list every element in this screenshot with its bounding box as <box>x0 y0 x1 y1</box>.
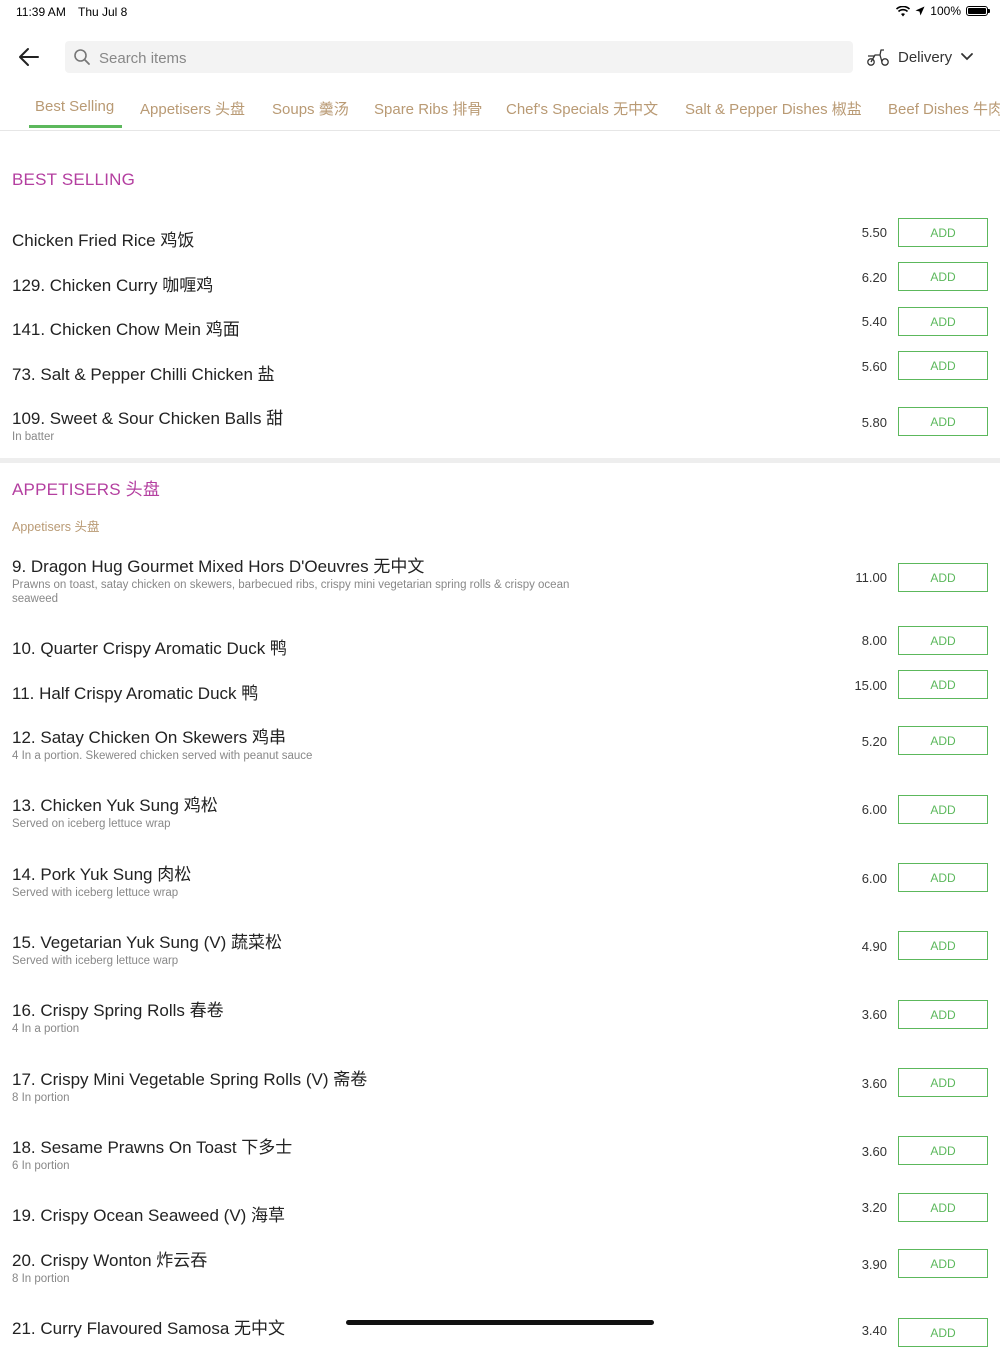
add-button[interactable]: ADD <box>898 218 988 247</box>
add-button[interactable]: ADD <box>898 1318 988 1347</box>
top-bar: Delivery <box>0 38 1000 76</box>
add-button[interactable]: ADD <box>898 1136 988 1165</box>
add-button[interactable]: ADD <box>898 1249 988 1278</box>
item-price: 3.40 <box>861 1323 887 1338</box>
item-price: 11.00 <box>855 570 887 585</box>
item-description: 4 In a portion. Skewered chicken served … <box>12 750 313 762</box>
item-name[interactable]: 73. Salt & Pepper Chilli Chicken 盐 <box>12 360 275 385</box>
item-name[interactable]: 15. Vegetarian Yuk Sung (V) 蔬菜松 <box>12 928 282 953</box>
item-price: 5.40 <box>861 314 887 329</box>
item-price: 3.60 <box>861 1007 887 1022</box>
delivery-selector[interactable]: Delivery <box>866 44 974 70</box>
delivery-label: Delivery <box>898 48 953 66</box>
item-price: 3.90 <box>861 1257 887 1272</box>
item-price: 5.80 <box>861 415 887 430</box>
category-tabs: Best Selling Appetisers 头盘 Soups 羹汤 Spar… <box>0 88 1000 131</box>
wifi-icon <box>896 5 911 16</box>
item-name[interactable]: 13. Chicken Yuk Sung 鸡松 <box>12 791 218 816</box>
location-arrow-icon <box>915 6 925 16</box>
tab-spare-ribs[interactable]: Spare Ribs 排骨 <box>374 98 482 119</box>
back-arrow-icon[interactable] <box>16 45 42 69</box>
add-button[interactable]: ADD <box>898 262 988 291</box>
item-name[interactable]: 11. Half Crispy Aromatic Duck 鸭 <box>12 679 258 704</box>
chevron-down-icon <box>961 53 974 61</box>
add-button[interactable]: ADD <box>898 1068 988 1097</box>
item-description: 8 In portion <box>12 1273 70 1285</box>
add-button[interactable]: ADD <box>898 931 988 960</box>
battery-percent: 100% <box>930 4 961 18</box>
item-name[interactable]: 10. Quarter Crispy Aromatic Duck 鸭 <box>12 634 287 659</box>
item-price: 5.60 <box>861 359 887 374</box>
item-name[interactable]: 9. Dragon Hug Gourmet Mixed Hors D'Oeuvr… <box>12 552 424 577</box>
item-price: 4.90 <box>861 939 887 954</box>
add-button[interactable]: ADD <box>898 1193 988 1222</box>
item-name[interactable]: 14. Pork Yuk Sung 肉松 <box>12 860 191 885</box>
search-bar[interactable] <box>65 41 853 75</box>
add-button[interactable]: ADD <box>898 563 988 592</box>
item-name[interactable]: 17. Crispy Mini Vegetable Spring Rolls (… <box>12 1065 367 1090</box>
scooter-icon <box>867 49 889 66</box>
item-price: 6.00 <box>861 802 887 817</box>
item-name[interactable]: Chicken Fried Rice 鸡饭 <box>12 226 194 251</box>
add-button[interactable]: ADD <box>898 863 988 892</box>
tab-beef-dishes[interactable]: Beef Dishes 牛肉 <box>888 98 1000 119</box>
tab-chefs-specials[interactable]: Chef's Specials 无中文 <box>506 98 658 119</box>
item-name[interactable]: 20. Crispy Wonton 炸云吞 <box>12 1246 207 1271</box>
item-description: In batter <box>12 431 55 443</box>
add-button[interactable]: ADD <box>898 795 988 824</box>
add-button[interactable]: ADD <box>898 670 988 699</box>
tab-appetisers[interactable]: Appetisers 头盘 <box>140 98 245 119</box>
search-input[interactable] <box>97 41 841 75</box>
item-name[interactable]: 21. Curry Flavoured Samosa 无中文 <box>12 1314 285 1339</box>
item-name[interactable]: 12. Satay Chicken On Skewers 鸡串 <box>12 723 286 748</box>
item-name[interactable]: 109. Sweet & Sour Chicken Balls 甜 <box>12 404 283 429</box>
item-name[interactable]: 141. Chicken Chow Mein 鸡面 <box>12 315 240 340</box>
section-title-best-selling: BEST SELLING <box>12 170 136 189</box>
item-name[interactable]: 18. Sesame Prawns On Toast 下多士 <box>12 1133 292 1158</box>
item-price: 3.60 <box>861 1076 887 1091</box>
item-name[interactable]: 19. Crispy Ocean Seaweed (V) 海草 <box>12 1201 285 1226</box>
item-description: Served with iceberg lettuce wrap <box>12 887 179 899</box>
item-description: Served on iceberg lettuce wrap <box>12 818 171 830</box>
item-description: 4 In a portion <box>12 1023 80 1035</box>
item-price: 3.60 <box>861 1144 887 1159</box>
add-button[interactable]: ADD <box>898 726 988 755</box>
item-price: 8.00 <box>861 633 887 648</box>
section-subtitle-appetisers: Appetisers 头盘 <box>12 520 100 534</box>
active-tab-indicator <box>29 125 122 128</box>
add-button[interactable]: ADD <box>898 351 988 380</box>
add-button[interactable]: ADD <box>898 407 988 436</box>
item-price: 15.00 <box>854 678 887 693</box>
item-price: 5.20 <box>861 734 887 749</box>
add-button[interactable]: ADD <box>898 307 988 336</box>
item-price: 3.20 <box>861 1200 887 1215</box>
search-icon <box>74 49 90 65</box>
item-name[interactable]: 129. Chicken Curry 咖喱鸡 <box>12 271 213 296</box>
home-indicator <box>346 1320 654 1325</box>
status-date: Thu Jul 8 <box>78 5 128 19</box>
tab-best-selling[interactable]: Best Selling <box>35 98 114 115</box>
item-name[interactable]: 16. Crispy Spring Rolls 春卷 <box>12 996 224 1021</box>
add-button[interactable]: ADD <box>898 626 988 655</box>
tab-salt-pepper[interactable]: Salt & Pepper Dishes 椒盐 <box>685 98 862 119</box>
item-price: 5.50 <box>861 225 887 240</box>
section-title-appetisers: APPETISERS 头盘 <box>12 480 161 499</box>
add-button[interactable]: ADD <box>898 1000 988 1029</box>
item-description: 6 In portion <box>12 1160 70 1172</box>
status-right: 100% <box>896 4 990 18</box>
item-price: 6.00 <box>861 871 887 886</box>
status-bar: 11:39 AM Thu Jul 8 100% <box>0 0 1000 24</box>
item-description: Prawns on toast, satay chicken on skewer… <box>12 579 570 605</box>
battery-icon <box>966 6 990 16</box>
section-divider <box>0 458 1000 463</box>
tab-soups[interactable]: Soups 羹汤 <box>272 98 349 119</box>
item-description: 8 In portion <box>12 1092 70 1104</box>
status-time: 11:39 AM <box>16 5 66 19</box>
item-price: 6.20 <box>861 270 887 285</box>
item-description: Served with iceberg lettuce warp <box>12 955 179 967</box>
